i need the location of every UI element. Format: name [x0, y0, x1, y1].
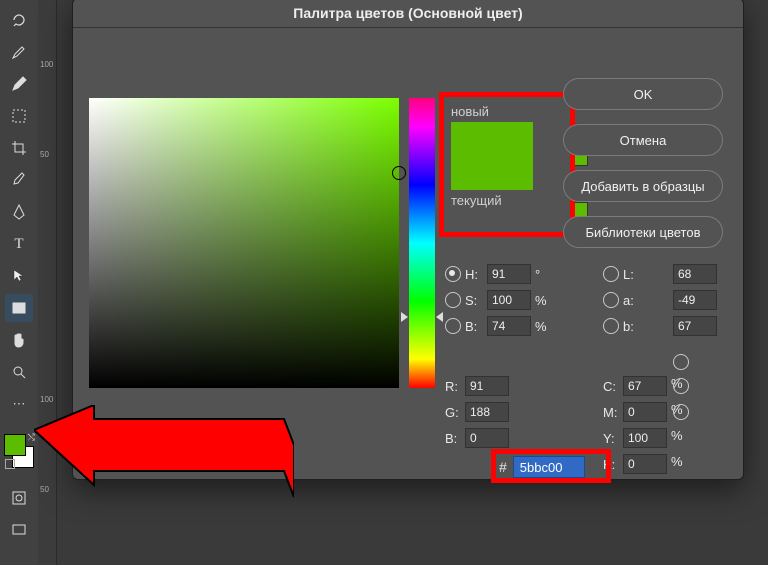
radio-h[interactable] [445, 266, 461, 282]
add-to-swatches-button[interactable]: Добавить в образцы [563, 170, 723, 202]
label-s: S: [465, 293, 487, 308]
color-preview: новый текущий [445, 101, 565, 229]
zoom-tool[interactable] [5, 358, 33, 386]
input-b[interactable] [673, 316, 717, 336]
type-tool[interactable]: T [5, 230, 33, 258]
unit-bh: % [535, 319, 557, 334]
shape-tool[interactable] [5, 294, 33, 322]
label-bh: B: [465, 319, 487, 334]
input-y[interactable] [623, 428, 667, 448]
label-m: M: [603, 405, 623, 420]
cancel-button[interactable]: Отмена [563, 124, 723, 156]
label-r: R: [445, 379, 465, 394]
web-only-row[interactable]: Только Web-цвета [89, 418, 223, 434]
eyedropper-tool[interactable] [5, 166, 33, 194]
radio-g[interactable] [673, 378, 689, 394]
input-h[interactable] [487, 264, 531, 284]
label-c: C: [603, 379, 623, 394]
color-libraries-button[interactable]: Библиотеки цветов [563, 216, 723, 248]
unit-h: ° [535, 267, 557, 282]
label-a: a: [623, 293, 673, 308]
sb-marker [392, 166, 406, 180]
hand-tool[interactable] [5, 326, 33, 354]
color-picker-dialog: Палитра цветов (Основной цвет) новый тек… [72, 0, 744, 480]
input-s[interactable] [487, 290, 531, 310]
label-k: K: [603, 457, 623, 472]
input-c[interactable] [623, 376, 667, 396]
dialog-title: Палитра цветов (Основной цвет) [73, 0, 743, 28]
label-bl: B: [445, 431, 465, 446]
hex-label: # [499, 459, 507, 475]
input-a[interactable] [673, 290, 717, 310]
more-tools[interactable]: ⋯ [5, 390, 33, 418]
hue-slider[interactable] [409, 98, 435, 388]
ruler-tick: 100 [40, 60, 53, 69]
label-h: H: [465, 267, 487, 282]
label-y: Y: [603, 431, 623, 446]
ruler-tick: 50 [40, 150, 49, 159]
tools-palette: T ⋯ ⤭ [0, 0, 38, 565]
hex-row: # [499, 456, 585, 478]
color-values-grid: H: ° L: S: % a: B: % b: [445, 264, 695, 474]
input-bh[interactable] [487, 316, 531, 336]
radio-a[interactable] [603, 292, 619, 308]
radio-b[interactable] [603, 318, 619, 334]
crop-tool[interactable] [5, 134, 33, 162]
lasso-tool[interactable] [5, 6, 33, 34]
quickmask-tool[interactable] [5, 484, 33, 512]
brush-tool[interactable] [5, 38, 33, 66]
radio-r[interactable] [673, 354, 689, 370]
label-b: b: [623, 319, 673, 334]
path-select-tool[interactable] [5, 262, 33, 290]
ruler-tick: 50 [40, 485, 49, 494]
input-g[interactable] [465, 402, 509, 422]
web-only-label: Только Web-цвета [113, 419, 223, 434]
input-bl[interactable] [465, 428, 509, 448]
marquee-tool[interactable] [5, 102, 33, 130]
hex-input[interactable] [513, 456, 585, 478]
default-colors-icon[interactable] [5, 459, 15, 469]
input-l[interactable] [673, 264, 717, 284]
radio-s[interactable] [445, 292, 461, 308]
label-l: L: [623, 267, 673, 282]
ok-button[interactable]: OK [563, 78, 723, 110]
radio-l[interactable] [603, 266, 619, 282]
pencil-tool[interactable] [5, 70, 33, 98]
screenmode-tool[interactable] [5, 516, 33, 544]
input-k[interactable] [623, 454, 667, 474]
preview-new-swatch [451, 122, 533, 190]
input-m[interactable] [623, 402, 667, 422]
fg-bg-swatches[interactable]: ⤭ [4, 434, 34, 468]
input-r[interactable] [465, 376, 509, 396]
swap-colors-icon[interactable]: ⤭ [28, 432, 35, 443]
radio-bl[interactable] [673, 404, 689, 420]
radio-bh[interactable] [445, 318, 461, 334]
web-only-checkbox[interactable] [89, 418, 105, 434]
pen-tool[interactable] [5, 198, 33, 226]
label-g: G: [445, 405, 465, 420]
unit-s: % [535, 293, 557, 308]
preview-new-label: новый [451, 104, 559, 119]
foreground-color-swatch[interactable] [4, 434, 26, 456]
vertical-ruler: 100 50 100 50 [38, 0, 57, 565]
preview-current-label: текущий [451, 193, 559, 208]
ruler-tick: 100 [40, 395, 53, 404]
saturation-brightness-field[interactable] [89, 98, 399, 388]
